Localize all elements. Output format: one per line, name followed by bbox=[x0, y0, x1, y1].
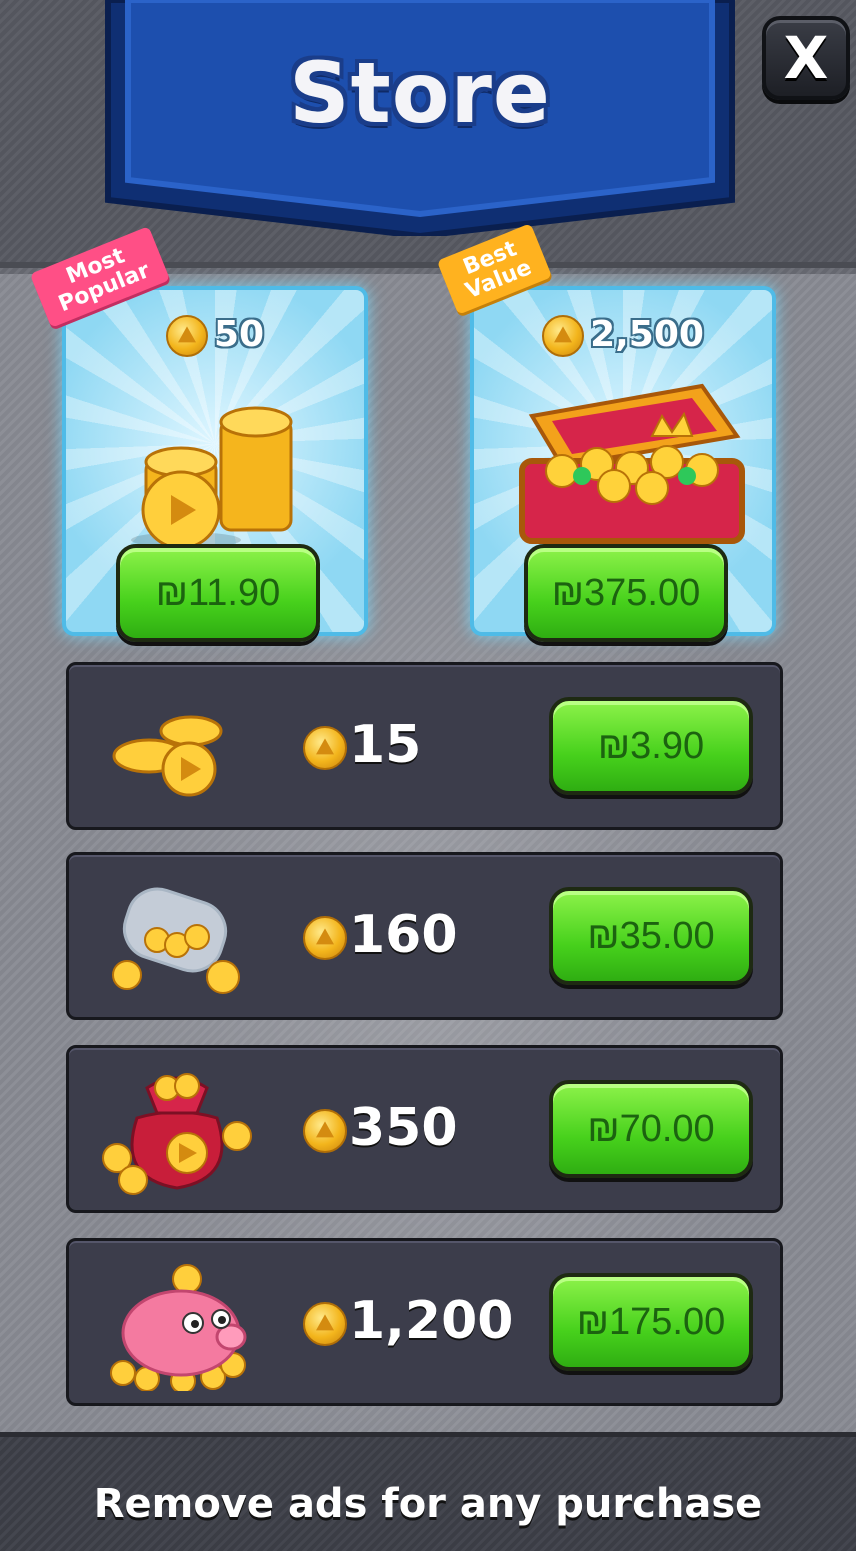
close-button[interactable]: X bbox=[762, 16, 850, 100]
buy-button[interactable]: ₪175.00 bbox=[549, 1273, 753, 1371]
buy-button[interactable]: ₪11.90 bbox=[116, 544, 320, 642]
page-title: Store bbox=[289, 44, 551, 142]
coin-icon bbox=[303, 1109, 347, 1153]
piggy-bank-icon bbox=[110, 1264, 247, 1391]
package-row: 350 ₪70.00 bbox=[66, 1045, 783, 1213]
featured-amount: 50 bbox=[66, 314, 364, 357]
package-row: 15 ₪3.90 bbox=[66, 662, 783, 830]
featured-amount: 2,500 bbox=[474, 314, 772, 357]
coin-icon bbox=[165, 315, 208, 357]
package-amount: 160 bbox=[303, 905, 458, 965]
coin-icon bbox=[303, 1302, 347, 1346]
package-amount: 15 bbox=[303, 715, 421, 775]
coin-jar-icon bbox=[112, 887, 240, 994]
package-amount: 1,200 bbox=[303, 1291, 513, 1351]
footer-bar: Remove ads for any purchase bbox=[0, 1432, 856, 1551]
coin-icon bbox=[542, 315, 585, 357]
treasure-chest-icon bbox=[519, 383, 745, 544]
package-amount: 350 bbox=[303, 1098, 458, 1158]
featured-card-most-popular[interactable]: 50 ₪11.90 bbox=[62, 286, 368, 642]
featured-card-best-value[interactable]: 2,500 ₪375.00 bbox=[470, 286, 776, 642]
coin-pile-icon bbox=[112, 715, 223, 797]
coin-icon bbox=[303, 916, 347, 960]
remove-ads-message: Remove ads for any purchase bbox=[93, 1481, 763, 1527]
package-row: 1,200 ₪175.00 bbox=[66, 1238, 783, 1406]
coin-stack-icon bbox=[131, 406, 293, 550]
coin-icon bbox=[303, 726, 347, 770]
package-row: 160 ₪35.00 bbox=[66, 852, 783, 1020]
coin-sack-icon bbox=[102, 1073, 252, 1195]
buy-button[interactable]: ₪3.90 bbox=[549, 697, 753, 795]
buy-button[interactable]: ₪70.00 bbox=[549, 1080, 753, 1178]
close-icon: X bbox=[783, 24, 829, 92]
buy-button[interactable]: ₪35.00 bbox=[549, 887, 753, 985]
buy-button[interactable]: ₪375.00 bbox=[524, 544, 728, 642]
